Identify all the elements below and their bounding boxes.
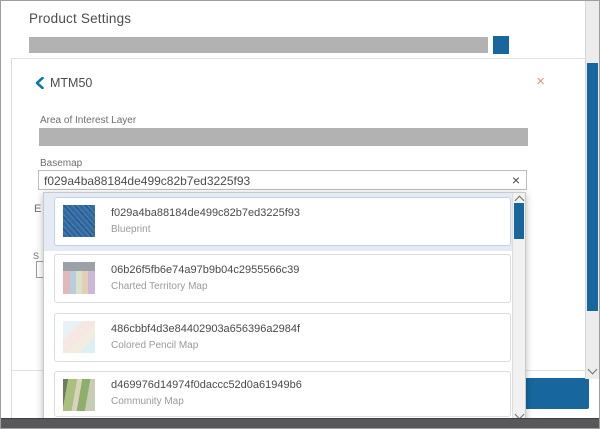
aoi-field-label: Area of Interest Layer — [40, 115, 136, 126]
basemap-option-id: 06b26f5fb6e74a97b9b04c2955566c39 — [111, 264, 299, 276]
basemap-option[interactable]: d469976d14974f0daccc52d0a61949b6 Communi… — [54, 371, 511, 417]
page-scrollbar[interactable] — [585, 1, 599, 379]
basemap-option-name: Charted Territory Map — [111, 281, 208, 292]
basemap-option-name: Community Map — [111, 396, 184, 407]
page-title: Product Settings — [29, 11, 131, 26]
dropdown-scrollbar[interactable] — [512, 193, 525, 422]
basemap-option[interactable]: f029a4ba88184de499c82b7ed3225f93 Bluepri… — [54, 197, 511, 246]
basemap-option-name: Blueprint — [111, 224, 150, 235]
basemap-field-label: Basemap — [40, 158, 82, 169]
basemap-option-id: d469976d14974f0daccc52d0a61949b6 — [111, 379, 302, 391]
basemap-option-id: f029a4ba88184de499c82b7ed3225f93 — [111, 207, 300, 219]
basemap-option[interactable]: 06b26f5fb6e74a97b9b04c2955566c39 Charted… — [54, 254, 511, 303]
basemap-option-id: 486cbbf4d3e84402903a656396a2984f — [111, 323, 300, 335]
product-name-label: MTM50 — [50, 76, 92, 90]
basemap-input[interactable]: f029a4ba88184de499c82b7ed3225f93 × — [38, 170, 527, 190]
colored-pencil-thumbnail-icon — [63, 321, 95, 353]
redacted-settings-bar — [29, 37, 488, 53]
blueprint-thumbnail-icon — [63, 205, 95, 237]
basemap-option-list: f029a4ba88184de499c82b7ed3225f93 Bluepri… — [44, 193, 512, 422]
charted-territory-thumbnail-icon — [63, 262, 95, 294]
community-map-thumbnail-icon — [63, 379, 95, 411]
hidden-label-fragment: E — [34, 203, 41, 215]
basemap-option[interactable]: 486cbbf4d3e84402903a656396a2984f Colored… — [54, 313, 511, 362]
dropdown-scrollbar-thumb[interactable] — [514, 203, 524, 239]
browser-viewport: Product Settings MTM50 × Area of Interes… — [0, 0, 600, 429]
aoi-field-redacted[interactable] — [39, 128, 528, 146]
scroll-down-icon[interactable] — [588, 365, 598, 375]
back-button[interactable]: MTM50 — [35, 76, 92, 90]
basemap-option-name: Colored Pencil Map — [111, 340, 198, 351]
window-bottom-bar — [1, 418, 599, 428]
hidden-label-fragment: S — [33, 251, 39, 261]
basemap-input-value: f029a4ba88184de499c82b7ed3225f93 — [44, 174, 250, 188]
basemap-dropdown: f029a4ba88184de499c82b7ed3225f93 Bluepri… — [43, 192, 526, 423]
blue-handle[interactable] — [493, 36, 509, 54]
close-icon[interactable]: × — [536, 75, 545, 89]
clear-input-icon[interactable]: × — [512, 173, 520, 188]
page-scrollbar-thumb[interactable] — [587, 63, 598, 311]
chevron-left-icon — [35, 77, 44, 89]
